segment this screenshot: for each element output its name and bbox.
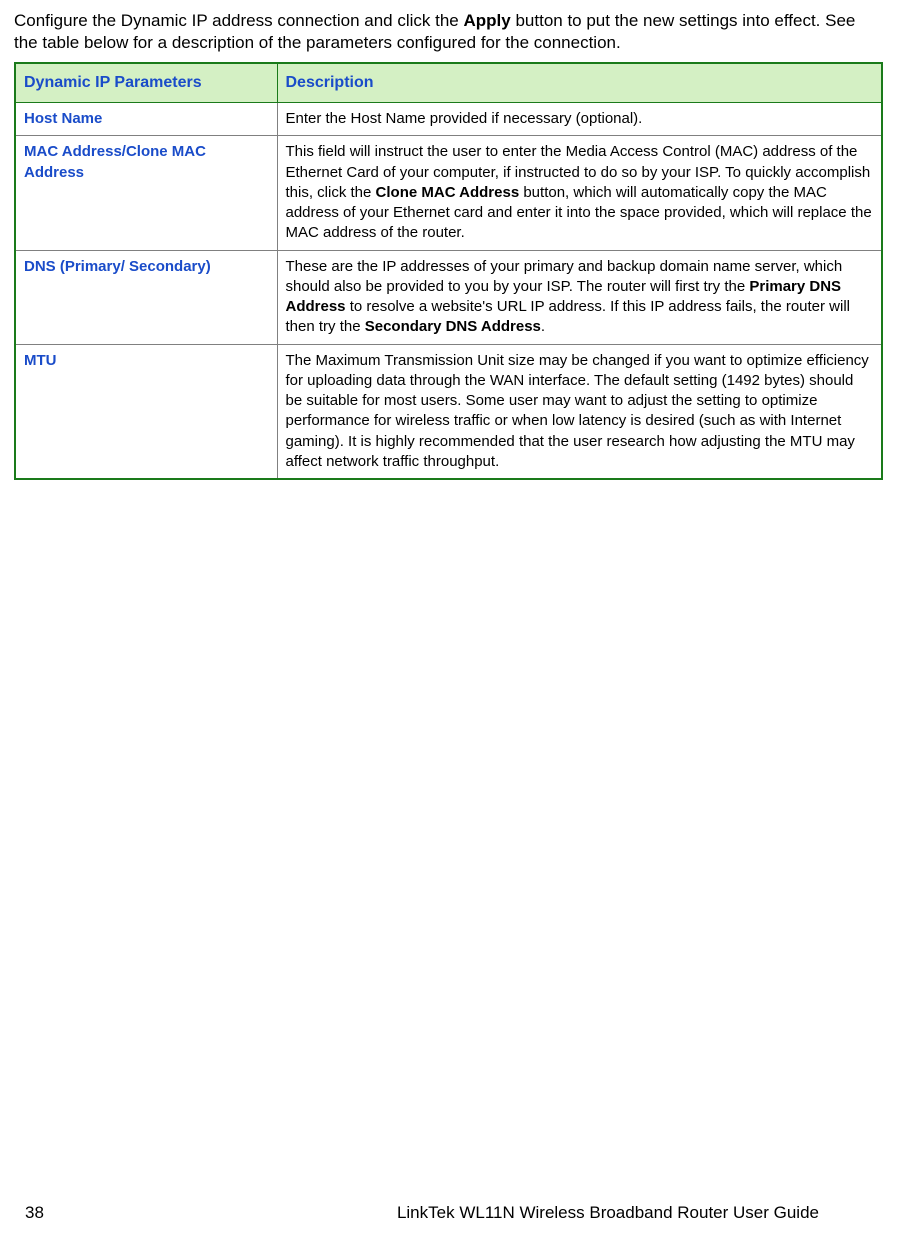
param-mac: MAC Address/Clone MAC Address: [15, 136, 277, 250]
desc-mac: This field will instruct the user to ent…: [277, 136, 882, 250]
header-desc: Description: [277, 63, 882, 103]
table-row: MAC Address/Clone MAC Address This field…: [15, 136, 882, 250]
desc-dns-b2: Secondary DNS Address: [365, 318, 541, 335]
table-row: DNS (Primary/ Secondary) These are the I…: [15, 250, 882, 344]
header-param: Dynamic IP Parameters: [15, 63, 277, 103]
desc-hostname: Enter the Host Name provided if necessar…: [277, 103, 882, 136]
desc-dns: These are the IP addresses of your prima…: [277, 250, 882, 344]
table-row: MTU The Maximum Transmission Unit size m…: [15, 344, 882, 479]
table-header-row: Dynamic IP Parameters Description: [15, 63, 882, 103]
page-number: 38: [25, 1203, 44, 1223]
intro-paragraph: Configure the Dynamic IP address connect…: [14, 10, 883, 54]
intro-prefix: Configure the Dynamic IP address connect…: [14, 11, 464, 30]
table-row: Host Name Enter the Host Name provided i…: [15, 103, 882, 136]
desc-dns-p3: .: [541, 318, 545, 335]
desc-mtu: The Maximum Transmission Unit size may b…: [277, 344, 882, 479]
param-mtu: MTU: [15, 344, 277, 479]
page-footer: 38 LinkTek WL11N Wireless Broadband Rout…: [0, 1203, 897, 1223]
intro-apply-bold: Apply: [464, 11, 511, 30]
parameters-table: Dynamic IP Parameters Description Host N…: [14, 62, 883, 480]
param-dns: DNS (Primary/ Secondary): [15, 250, 277, 344]
param-hostname: Host Name: [15, 103, 277, 136]
guide-title: LinkTek WL11N Wireless Broadband Router …: [397, 1203, 819, 1223]
desc-mac-b1: Clone MAC Address: [376, 184, 520, 201]
